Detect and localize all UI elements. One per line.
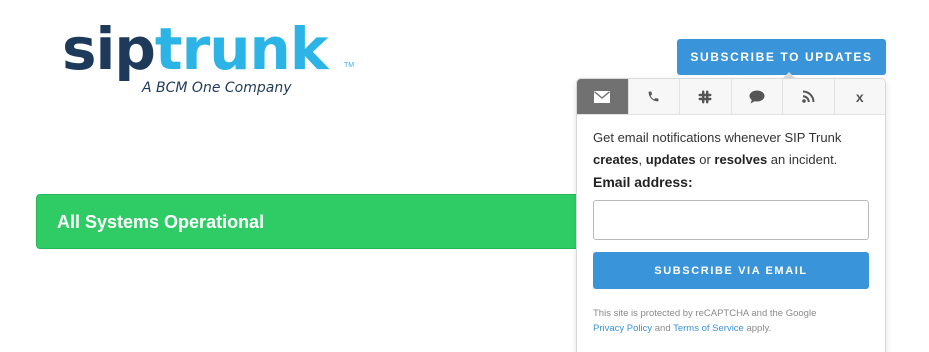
tab-close[interactable]: x <box>834 79 885 114</box>
recaptcha-prefix: This site is protected by reCAPTCHA and … <box>593 308 817 319</box>
logo-wordmark-trunk: trunk <box>154 15 328 83</box>
recaptcha-suffix: apply. <box>743 323 772 334</box>
recaptcha-notice: This site is protected by reCAPTCHA and … <box>593 306 869 336</box>
status-text: All Systems Operational <box>57 212 265 232</box>
subscribe-description: Get email notifications whenever SIP Tru… <box>593 127 869 171</box>
email-label: Email address: <box>593 174 693 190</box>
desc-resolves: resolves <box>714 152 768 167</box>
tab-sms[interactable] <box>628 79 680 114</box>
subscribe-via-email-button[interactable]: SUBSCRIBE VIA EMAIL <box>593 252 869 289</box>
logo-tagline: A BCM One Company <box>142 80 292 96</box>
terms-of-service-link[interactable]: Terms of Service <box>673 323 744 334</box>
subscribe-to-updates-button[interactable]: SUBSCRIBE TO UPDATES <box>677 39 886 75</box>
logo-wordmark-sip: sip <box>62 15 156 83</box>
phone-icon <box>647 90 660 103</box>
email-field[interactable] <box>593 200 869 240</box>
desc-or: or <box>695 152 715 167</box>
desc-end: an incident. <box>767 152 838 167</box>
chat-bubble-icon <box>749 90 765 104</box>
tab-rss[interactable] <box>783 79 835 114</box>
close-icon: x <box>855 88 864 105</box>
tab-slack[interactable] <box>680 79 732 114</box>
slack-icon <box>698 90 712 104</box>
tab-email[interactable] <box>577 79 629 114</box>
desc-creates: creates <box>593 152 639 167</box>
desc-updates: updates <box>645 152 696 167</box>
recaptcha-and: and <box>652 323 674 334</box>
privacy-policy-link[interactable]: Privacy Policy <box>593 323 652 334</box>
subscribe-tabs: x <box>577 79 885 115</box>
rss-icon <box>801 90 815 103</box>
subscribe-popover: x Get email notifications whenever SIP T… <box>576 78 886 352</box>
popover-body: Get email notifications whenever SIP Tru… <box>577 115 885 336</box>
desc-sep1: , <box>638 152 646 167</box>
tab-webhook[interactable] <box>731 79 783 114</box>
envelope-icon <box>594 90 611 103</box>
description-line1: Get email notifications whenever SIP Tru… <box>593 130 842 145</box>
sip-trunk-logo[interactable]: siptrunk TM A BCM One Company <box>62 14 362 104</box>
logo-trademark: TM <box>344 62 355 69</box>
logo-wordmark: siptrunk <box>62 14 328 84</box>
